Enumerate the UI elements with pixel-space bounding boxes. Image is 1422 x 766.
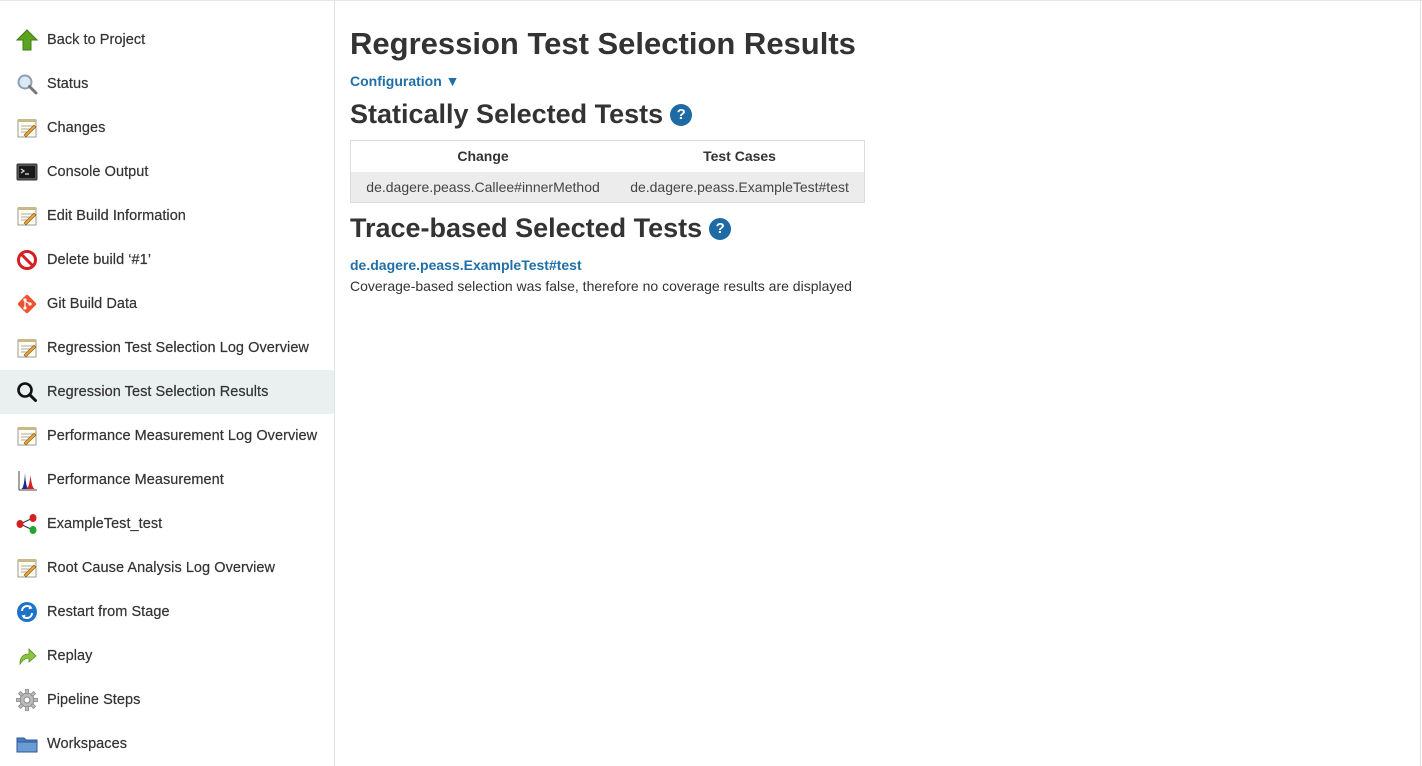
sidebar-item-label: Git Build Data — [47, 296, 138, 312]
change-cell: de.dagere.peass.Callee#innerMethod — [350, 171, 616, 203]
call-tree-icon — [15, 512, 39, 536]
sidebar-item-performance-measurement[interactable]: Performance Measurement — [0, 458, 334, 502]
sidebar-item-git-build-data[interactable]: Git Build Data — [0, 282, 334, 326]
notepad-icon — [15, 204, 39, 228]
sidebar-item-delete-build[interactable]: Delete build ‘#1’ — [0, 238, 334, 282]
trace-test-link[interactable]: de.dagere.peass.ExampleTest#test — [350, 257, 1422, 273]
sidebar-item-label: Workspaces — [47, 736, 128, 752]
help-icon[interactable]: ? — [670, 104, 693, 126]
sidebar-item-label: Edit Build Information — [47, 208, 186, 224]
sidebar-item-label: Root Cause Analysis Log Overview — [47, 560, 276, 576]
sidebar-item-changes[interactable]: Changes — [0, 106, 334, 150]
sidebar-item-back-to-project[interactable]: Back to Project — [0, 18, 334, 62]
sidebar-item-rts-log-overview[interactable]: Regression Test Selection Log Overview — [0, 326, 334, 370]
sidebar-item-label: Regression Test Selection Results — [47, 384, 269, 400]
test-case-cell: de.dagere.peass.ExampleTest#test — [615, 171, 865, 203]
column-header-test-cases: Test Cases — [615, 140, 865, 172]
table-row: de.dagere.peass.Callee#innerMethod de.da… — [350, 171, 865, 203]
arrow-up-icon — [15, 28, 39, 52]
restart-icon — [15, 600, 39, 624]
sidebar-item-label: Restart from Stage — [47, 604, 170, 620]
trace-section-title-text: Trace-based Selected Tests — [350, 213, 703, 243]
column-header-change: Change — [350, 140, 616, 172]
sidebar-item-exampletest-test[interactable]: ExampleTest_test — [0, 502, 334, 546]
notepad-icon — [15, 336, 39, 360]
folder-icon — [15, 732, 39, 756]
sidebar-item-label: Replay — [47, 648, 93, 664]
sidebar-item-rts-results[interactable]: Regression Test Selection Results — [0, 370, 334, 414]
help-icon[interactable]: ? — [709, 218, 732, 240]
table-header-row: Change Test Cases — [350, 140, 865, 172]
no-entry-icon — [15, 248, 39, 272]
sidebar-item-replay[interactable]: Replay — [0, 634, 334, 678]
page-title: Regression Test Selection Results — [350, 26, 856, 61]
replay-arrow-icon — [15, 644, 39, 668]
git-icon — [15, 292, 39, 316]
sidebar-item-restart-from-stage[interactable]: Restart from Stage — [0, 590, 334, 634]
sidebar-item-label: Regression Test Selection Log Overview — [47, 340, 309, 356]
trace-section-title: Trace-based Selected Tests ? — [350, 211, 1422, 245]
sidebar: Back to Project Status Changes Console O… — [0, 1, 335, 766]
page: Back to Project Status Changes Console O… — [0, 0, 1422, 766]
sidebar-item-label: Pipeline Steps — [47, 692, 141, 708]
distribution-chart-icon — [15, 468, 39, 492]
sidebar-item-label: Delete build ‘#1’ — [47, 252, 152, 268]
search-icon — [15, 380, 39, 404]
sidebar-item-rca-log-overview[interactable]: Root Cause Analysis Log Overview — [0, 546, 334, 590]
notepad-icon — [15, 424, 39, 448]
sidebar-item-console-output[interactable]: Console Output — [0, 150, 334, 194]
sidebar-item-status[interactable]: Status — [0, 62, 334, 106]
sidebar-item-label: Performance Measurement Log Overview — [47, 428, 318, 444]
sidebar-item-edit-build-information[interactable]: Edit Build Information — [0, 194, 334, 238]
sidebar-item-perf-log-overview[interactable]: Performance Measurement Log Overview — [0, 414, 334, 458]
magnifier-icon — [15, 72, 39, 96]
static-section-title: Statically Selected Tests ? — [350, 97, 1422, 131]
static-section-title-text: Statically Selected Tests — [350, 99, 664, 129]
notepad-icon — [15, 556, 39, 580]
sidebar-item-workspaces[interactable]: Workspaces — [0, 722, 334, 766]
sidebar-item-label: ExampleTest_test — [47, 516, 163, 532]
sidebar-item-pipeline-steps[interactable]: Pipeline Steps — [0, 678, 334, 722]
sidebar-item-label: Status — [47, 76, 89, 92]
notepad-icon — [15, 116, 39, 140]
static-selection-table: Change Test Cases de.dagere.peass.Callee… — [350, 140, 865, 203]
main-content: Regression Test Selection Results Config… — [350, 1, 1422, 294]
sidebar-item-label: Performance Measurement — [47, 472, 224, 488]
configuration-toggle[interactable]: Configuration ▼ — [350, 73, 460, 89]
coverage-note: Coverage-based selection was false, ther… — [350, 278, 852, 294]
sidebar-item-label: Changes — [47, 120, 106, 136]
sidebar-item-label: Console Output — [47, 164, 149, 180]
gear-icon — [15, 688, 39, 712]
sidebar-item-label: Back to Project — [47, 32, 146, 48]
terminal-icon — [15, 160, 39, 184]
